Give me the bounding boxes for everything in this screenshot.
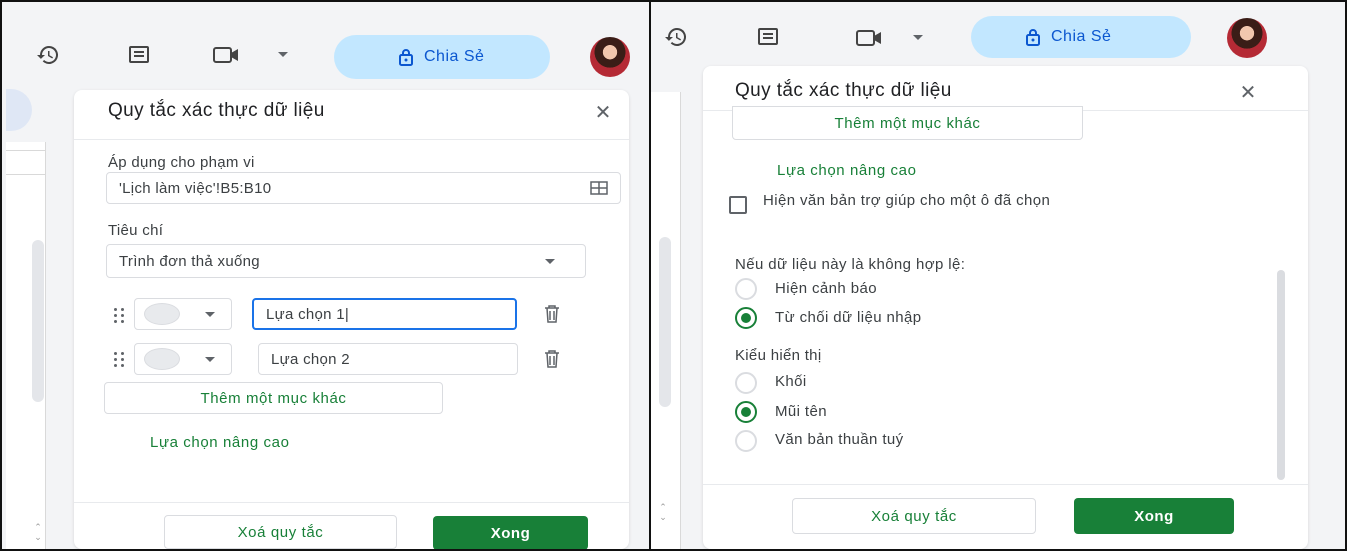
- display-heading: Kiểu hiển thị: [735, 347, 822, 364]
- item-value-2: Lựa chọn 2: [271, 350, 350, 368]
- dialog-scrollbar[interactable]: [1277, 270, 1285, 480]
- chevron-down-icon: [205, 312, 215, 317]
- trash-icon[interactable]: [542, 304, 562, 329]
- title-divider: [74, 139, 629, 140]
- add-item-button[interactable]: Thêm một mục khác: [732, 106, 1083, 140]
- item-input-1[interactable]: Lựa chọn 1|: [252, 298, 517, 330]
- range-input[interactable]: 'Lịch làm việc'!B5:B10: [106, 172, 621, 204]
- share-button[interactable]: Chia Sẻ: [334, 35, 550, 79]
- lock-icon: [1025, 28, 1041, 46]
- sheet-scrollbar[interactable]: [32, 240, 44, 402]
- right-panel: Chia Sẻ ⌃ ⌄ Quy tắc xác thực dữ liệu ✕ Th…: [651, 2, 1345, 549]
- radio-display-plain[interactable]: [735, 430, 757, 452]
- item-value-1: Lựa chọn 1|: [266, 305, 350, 323]
- option-label: Hiện cảnh báo: [775, 280, 877, 297]
- chevron-down-icon[interactable]: [913, 35, 923, 40]
- invalid-heading: Nếu dữ liệu này là không hợp lệ:: [735, 256, 966, 273]
- item-input-2[interactable]: Lựa chọn 2: [258, 343, 518, 375]
- close-icon[interactable]: ✕: [1239, 83, 1257, 103]
- add-item-button[interactable]: Thêm một mục khác: [104, 382, 443, 414]
- help-text-label: Hiện văn bản trợ giúp cho một ô đã chọn: [763, 192, 1051, 209]
- radio-show-warning[interactable]: [735, 278, 757, 300]
- footer-divider: [74, 502, 629, 503]
- range-label: Áp dụng cho phạm vi: [108, 154, 255, 171]
- lock-icon: [398, 48, 414, 66]
- drag-handle-icon[interactable]: [114, 308, 124, 323]
- criteria-value: Trình đơn thả xuống: [119, 252, 260, 270]
- scroll-arrows-icon[interactable]: ⌃ ⌄: [657, 502, 669, 526]
- option-label: Khối: [775, 373, 807, 390]
- video-call-icon[interactable]: [855, 27, 885, 49]
- sheet-scrollbar[interactable]: [659, 237, 671, 407]
- comment-icon[interactable]: [126, 42, 152, 68]
- video-call-icon[interactable]: [212, 44, 242, 66]
- color-swatch: [144, 348, 180, 370]
- sheet-row-divider: [6, 150, 46, 151]
- chevron-down-icon: [545, 259, 555, 264]
- remove-rule-button[interactable]: Xoá quy tắc: [792, 498, 1036, 534]
- dialog-title: Quy tắc xác thực dữ liệu: [735, 80, 952, 101]
- chevron-down-icon[interactable]: [278, 52, 288, 57]
- done-button[interactable]: Xong: [433, 516, 588, 549]
- range-value: 'Lịch làm việc'!B5:B10: [119, 179, 272, 197]
- criteria-label: Tiêu chí: [108, 222, 164, 239]
- side-tab: [6, 89, 32, 131]
- option-label: Văn bản thuần tuý: [775, 431, 904, 448]
- drag-handle-icon[interactable]: [114, 352, 124, 367]
- trash-icon[interactable]: [542, 349, 562, 374]
- scroll-arrows-icon[interactable]: ⌃ ⌄: [32, 522, 44, 546]
- radio-display-chip[interactable]: [735, 372, 757, 394]
- option-label: Mũi tên: [775, 403, 827, 420]
- chevron-down-icon: [205, 357, 215, 362]
- remove-rule-button[interactable]: Xoá quy tắc: [164, 515, 397, 549]
- advanced-options-link[interactable]: Lựa chọn nâng cao: [777, 162, 917, 179]
- share-label: Chia Sẻ: [424, 48, 485, 65]
- help-text-checkbox[interactable]: [729, 196, 747, 214]
- dialog-title: Quy tắc xác thực dữ liệu: [108, 100, 325, 121]
- left-panel: Chia Sẻ ⌃ ⌄ Quy tắc xác thực dữ liệu ✕ Áp…: [2, 2, 649, 549]
- done-button[interactable]: Xong: [1074, 498, 1234, 534]
- history-icon[interactable]: [663, 24, 689, 50]
- history-icon[interactable]: [35, 42, 61, 68]
- radio-reject-input[interactable]: [735, 307, 757, 329]
- color-swatch: [144, 303, 180, 325]
- comment-icon[interactable]: [755, 24, 781, 50]
- close-icon[interactable]: ✕: [594, 103, 612, 123]
- option-label: Từ chối dữ liệu nhập: [775, 309, 922, 326]
- avatar[interactable]: [590, 37, 630, 77]
- sheet-row-divider: [6, 174, 46, 175]
- share-label: Chia Sẻ: [1051, 28, 1112, 45]
- advanced-options-link[interactable]: Lựa chọn nâng cao: [150, 434, 290, 451]
- footer-divider: [703, 484, 1308, 485]
- criteria-select[interactable]: Trình đơn thả xuống: [106, 244, 586, 278]
- share-button[interactable]: Chia Sẻ: [971, 16, 1191, 58]
- select-range-icon[interactable]: [590, 181, 608, 195]
- avatar[interactable]: [1227, 18, 1267, 58]
- radio-display-arrow[interactable]: [735, 401, 757, 423]
